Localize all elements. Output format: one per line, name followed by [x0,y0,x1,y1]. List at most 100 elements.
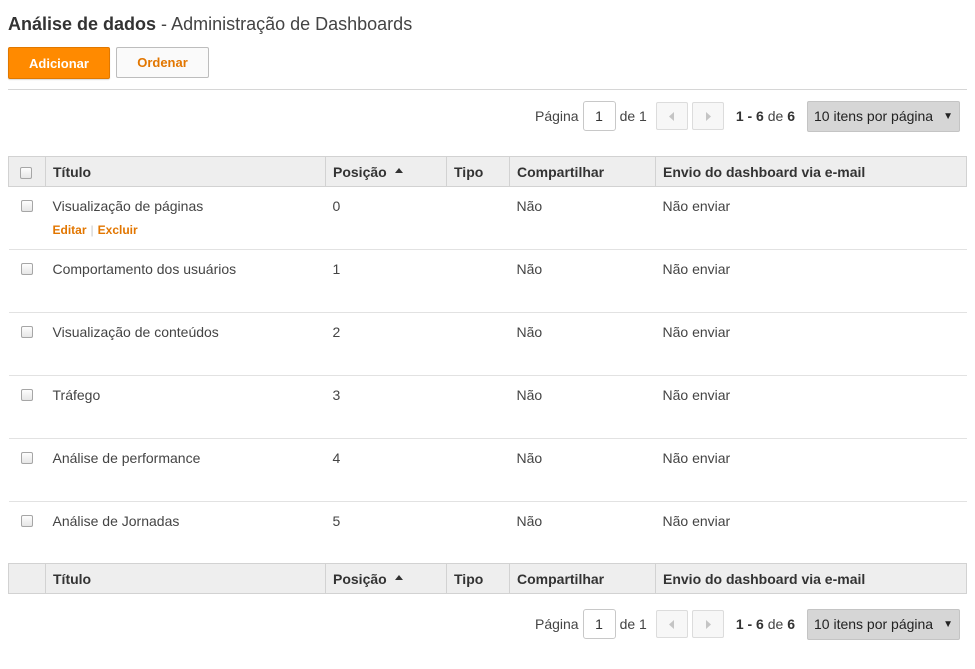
row-position: 2 [325,312,447,376]
range-values: 1 - 6 [735,616,764,632]
chevron-left-icon [668,619,675,629]
row-position: 3 [325,375,447,439]
pager-bottom: Página de 1 1 - 6 de 6 10 itens por pági… [535,608,960,640]
table-row: Visualização de páginas Editar | Excluir 0… [8,186,967,250]
divider [8,89,967,90]
select-all-checkbox[interactable] [20,166,32,179]
sort-ascending-icon [394,168,403,174]
caret-down-icon: ▼ [943,110,953,122]
page-count-label: de 1 [619,108,647,124]
delete-link[interactable]: Excluir [98,223,138,237]
row-checkbox[interactable] [20,452,33,464]
table-row: Análise de performance 4 Não Não enviar [8,438,967,502]
footer-column-position[interactable]: Posição [325,563,447,594]
column-header-email[interactable]: Envio do dashboard via e-mail [655,156,967,187]
row-checkbox[interactable] [20,389,33,401]
chevron-right-icon [705,619,711,629]
sort-ascending-icon [394,575,403,581]
row-position: 1 [325,249,447,313]
row-email: Não enviar [662,513,731,529]
range-values: 1 - 6 [735,108,764,124]
dashboards-table-footer: Título Posição Tipo Compartilhar Envio d… [8,563,967,594]
row-title: Comportamento dos usuários [45,249,326,313]
edit-link[interactable]: Editar [53,223,87,237]
page-label: Página [534,108,579,124]
row-checkbox[interactable] [20,263,33,275]
column-header-position[interactable]: Posição [325,156,447,187]
row-checkbox[interactable] [20,515,33,527]
table-footer-row: Título Posição Tipo Compartilhar Envio d… [8,563,967,594]
footer-column-email[interactable]: Envio do dashboard via e-mail [655,563,967,594]
page-number-input[interactable] [582,609,616,639]
row-title: Análise de performance [45,438,326,502]
row-type [446,438,510,502]
table-row: Tráfego 3 Não Não enviar [8,375,967,439]
items-per-page-value: 10 itens por página [814,108,934,124]
footer-column-share[interactable]: Compartilhar [509,563,656,594]
row-email: Não enviar [655,186,967,250]
row-email: Não enviar [655,375,967,439]
column-header-share[interactable]: Compartilhar [509,156,656,187]
row-share: Não [509,249,656,313]
row-position: 5 [332,513,341,529]
row-share: Não [509,438,656,502]
row-position: 4 [325,438,447,502]
row-title: Tráfego [45,375,326,439]
footer-column-type[interactable]: Tipo [446,563,510,594]
range-indicator: 1 - 6 de 6 [736,616,795,632]
next-page-button[interactable] [691,610,724,638]
table-row: Comportamento dos usuários 1 Não Não env… [8,249,967,313]
row-checkbox[interactable] [20,200,33,212]
row-type [447,502,510,565]
actions-separator: | [90,223,94,237]
page-number-input[interactable] [582,101,616,131]
add-button[interactable]: Adicionar [8,47,110,79]
prev-page-button[interactable] [655,610,688,638]
range-of-label: de [763,108,788,124]
row-checkbox[interactable] [20,326,33,338]
row-type [446,249,510,313]
page-count-label: de 1 [619,616,647,632]
table-row: Análise de Jornadas 5 Não Não enviar [9,502,967,565]
page-title-section: Administração de Dashboards [171,14,413,34]
row-type [446,312,510,376]
row-share: Não [509,186,656,250]
row-title: Visualização de páginas [52,198,204,214]
row-type [446,375,510,439]
range-total: 6 [787,108,795,124]
column-header-title[interactable]: Título [45,156,326,187]
range-total: 6 [787,616,795,632]
footer-column-title[interactable]: Título [45,563,326,594]
row-email: Não enviar [655,249,967,313]
range-of-label: de [763,616,788,632]
table-header-row: Título Posição Tipo Compartilhar Envio d… [8,156,967,187]
caret-down-icon: ▼ [943,618,953,630]
row-actions: Editar | Excluir [53,223,319,237]
row-email: Não enviar [655,312,967,376]
dashboards-table: Título Posição Tipo Compartilhar Envio d… [8,156,967,565]
column-header-type[interactable]: Tipo [446,156,510,187]
range-indicator: 1 - 6 de 6 [736,108,795,124]
chevron-left-icon [668,111,675,121]
next-page-button[interactable] [691,102,724,130]
page-title: Análise de dados - Administração de Dash… [8,14,412,35]
row-title: Análise de Jornadas [52,513,180,529]
pager-top: Página de 1 1 - 6 de 6 10 itens por pági… [534,100,960,132]
order-button[interactable]: Ordenar [116,47,209,78]
select-all-cell [8,156,46,187]
chevron-right-icon [705,111,711,121]
row-email: Não enviar [655,438,967,502]
row-share: Não [516,513,543,529]
row-share: Não [509,375,656,439]
items-per-page-select[interactable]: 10 itens por página ▼ [807,608,960,640]
row-type [446,186,510,250]
page-title-app: Análise de dados [8,14,157,34]
items-per-page-select[interactable]: 10 itens por página ▼ [807,100,960,132]
row-title: Visualização de conteúdos [45,312,326,376]
row-share: Não [509,312,656,376]
row-position: 0 [325,186,447,250]
prev-page-button[interactable] [655,102,688,130]
table-row: Visualização de conteúdos 2 Não Não envi… [8,312,967,376]
items-per-page-value: 10 itens por página [814,616,934,632]
page-title-separator: - [156,14,172,34]
